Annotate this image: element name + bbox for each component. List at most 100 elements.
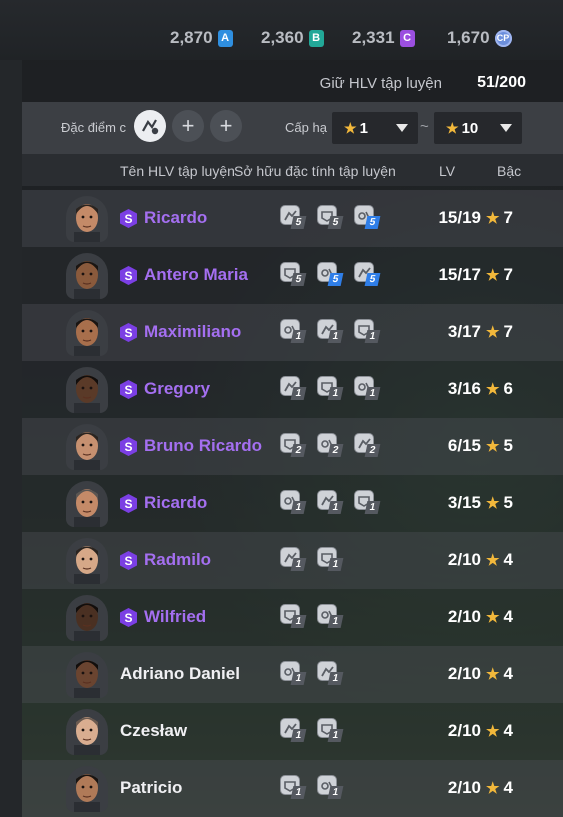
training-trait-icon[interactable]: 1 [280,661,307,687]
trait-level-badge: 5 [327,273,344,286]
training-trait-icon[interactable]: 1 [317,604,344,630]
training-trait-icon[interactable]: 1 [354,490,381,516]
table-row[interactable]: Czesław 1 1 2/10 ★ 4 [22,703,563,760]
star-icon: ★ [486,210,500,227]
capacity-label: Giữ HLV tập luyện [319,75,442,92]
training-trait-icon[interactable]: 1 [317,319,344,345]
coach-grade: ★ 4 [486,721,513,741]
coach-level: 3/16 [447,379,481,398]
trait-level-badge: 1 [290,672,307,685]
trait-level-badge: 1 [364,501,381,514]
coach-level: 3/17 [447,322,481,341]
trait-level-badge: 1 [290,558,307,571]
training-trait-icon[interactable]: 2 [354,433,381,459]
table-row[interactable]: S Wilfried 1 1 2/10 ★ 4 [22,589,563,646]
training-trait-icon[interactable]: 5 [354,262,381,288]
table-row[interactable]: S Ricardo 1 1 1 3/15 ★ 5 [22,475,563,532]
trait-level-badge: 1 [290,786,307,799]
training-trait-icon[interactable]: 1 [317,718,344,744]
table-row[interactable]: Patricio 1 1 2/10 ★ 4 [22,760,563,817]
table-row[interactable]: S Ricardo 5 5 5 15/19 ★ 7 [22,190,563,247]
star-icon: ★ [486,267,500,284]
training-trait-icon[interactable]: 1 [280,376,307,402]
trait-level-badge: 1 [290,615,307,628]
training-trait-icon[interactable]: 1 [317,376,344,402]
special-s-badge-icon: S [120,437,137,456]
coach-level: 3/15 [447,493,481,512]
coach-name: Adriano Daniel [120,664,240,683]
grade-value: 7 [503,322,513,341]
star-icon: ★ [486,552,500,569]
table-header: Tên HLV tập luyện Sở hữu đặc tính tập lu… [22,154,563,186]
training-trait-icon[interactable]: 2 [317,433,344,459]
training-trait-icon[interactable]: 5 [354,205,381,231]
coach-name: Gregory [144,379,211,398]
rank-min-dropdown[interactable]: ★ 1 [332,112,418,144]
avatar [66,538,108,584]
training-trait-icon[interactable]: 5 [317,205,344,231]
training-trait-icon[interactable]: 1 [280,718,307,744]
training-trait-icon[interactable]: 1 [317,775,344,801]
star-icon: ★ [486,495,500,512]
coach-grade: ★ 4 [486,607,513,627]
rank-max-dropdown[interactable]: ★ 10 [434,112,522,144]
training-trait-icon[interactable]: 1 [280,547,307,573]
training-trait-icon[interactable]: 2 [280,433,307,459]
trait-level-badge: 1 [290,501,307,514]
add-trait-button[interactable]: + [210,110,242,142]
currency-bar: 2,870 A 2,360 B 2,331 C 1,670 CP [0,0,563,60]
grade-value: 4 [503,721,513,740]
coach-level: 15/17 [438,265,481,284]
coach-grade: ★ 7 [486,208,513,228]
training-trait-icon[interactable]: 1 [280,490,307,516]
special-s-badge-icon: S [120,551,137,570]
coach-grade: ★ 7 [486,265,513,285]
currency-value: 2,360 [261,28,304,47]
coach-name: Radmilo [144,550,212,569]
table-row[interactable]: S Maximiliano 1 1 1 3/17 ★ 7 [22,304,563,361]
coach-name: Ricardo [144,208,208,227]
currency-value: 2,331 [352,28,395,47]
training-trait-icon[interactable]: 1 [280,319,307,345]
avatar [66,595,108,641]
training-trait-icon[interactable]: 1 [317,547,344,573]
training-trait-icon[interactable]: 1 [354,376,381,402]
plus-icon: + [181,113,195,138]
training-trait-icon[interactable]: 1 [317,661,344,687]
coach-grade: ★ 5 [486,493,513,513]
training-trait-icon[interactable]: 1 [280,775,307,801]
coach-grade: ★ 5 [486,436,513,456]
table-row[interactable]: S Radmilo 1 1 2/10 ★ 4 [22,532,563,589]
star-icon: ★ [486,324,500,341]
column-lv[interactable]: LV [439,163,455,179]
currency-2: 2,360 B [261,28,324,48]
column-traits[interactable]: Sở hữu đặc tính tập luyện [234,163,396,179]
grade-value: 5 [503,493,513,512]
trait-level-badge: 1 [364,330,381,343]
avatar [66,652,108,698]
table-row[interactable]: S Gregory 1 1 1 3/16 ★ 6 [22,361,563,418]
coach-grade: ★ 4 [486,664,513,684]
training-trait-icon[interactable]: 1 [280,604,307,630]
table-row[interactable]: S Bruno Ricardo 2 2 2 6/15 ★ 5 [22,418,563,475]
special-s-badge-icon: S [120,380,137,399]
training-trait-icon[interactable]: 5 [317,262,344,288]
trait-level-badge: 5 [364,273,381,286]
trait-level-badge: 1 [327,501,344,514]
avatar [66,709,108,755]
column-name[interactable]: Tên HLV tập luyện [120,163,235,179]
avatar [66,481,108,527]
training-trait-icon[interactable]: 1 [354,319,381,345]
table-row[interactable]: Adriano Daniel 1 1 2/10 ★ 4 [22,646,563,703]
currency-value: 1,670 [447,28,490,47]
add-trait-button[interactable]: + [172,110,204,142]
svg-text:S: S [124,383,132,397]
training-trait-icon[interactable]: 5 [280,205,307,231]
training-trait-icon[interactable]: 5 [280,262,307,288]
table-row[interactable]: S Antero Maria 5 5 5 15/17 ★ 7 [22,247,563,304]
coach-level: 6/15 [447,436,481,455]
trait-filter-slot-1[interactable] [134,110,166,142]
column-grade[interactable]: Bậc [497,163,521,179]
training-trait-icon[interactable]: 1 [317,490,344,516]
svg-text:S: S [124,440,132,454]
